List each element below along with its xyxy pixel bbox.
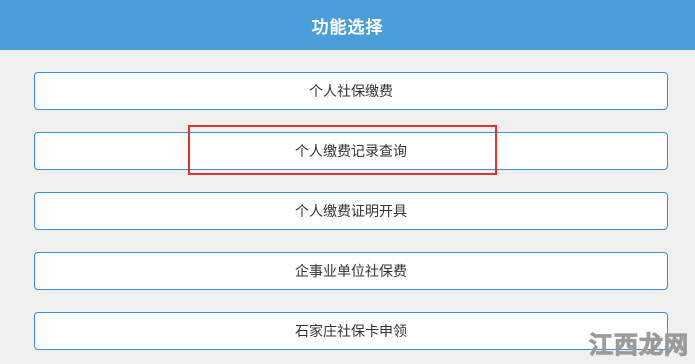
personal-payment-record-query-button[interactable]: 个人缴费记录查询: [34, 132, 668, 170]
personal-payment-certificate-button[interactable]: 个人缴费证明开具: [34, 192, 668, 230]
page-title: 功能选择: [311, 17, 384, 38]
shijiazhuang-card-application-button[interactable]: 石家庄社保卡申领: [34, 312, 668, 350]
watermark-text: 江西龙网: [589, 330, 689, 360]
personal-social-security-payment-button[interactable]: 个人社保缴费: [34, 72, 668, 110]
header-bar: 功能选择: [0, 0, 695, 50]
enterprise-social-security-button[interactable]: 企事业单位社保费: [34, 252, 668, 290]
function-menu: 个人社保缴费 个人缴费记录查询 个人缴费证明开具 企事业单位社保费 石家庄社保卡…: [0, 50, 695, 364]
watermark: 江西龙网: [589, 325, 689, 360]
